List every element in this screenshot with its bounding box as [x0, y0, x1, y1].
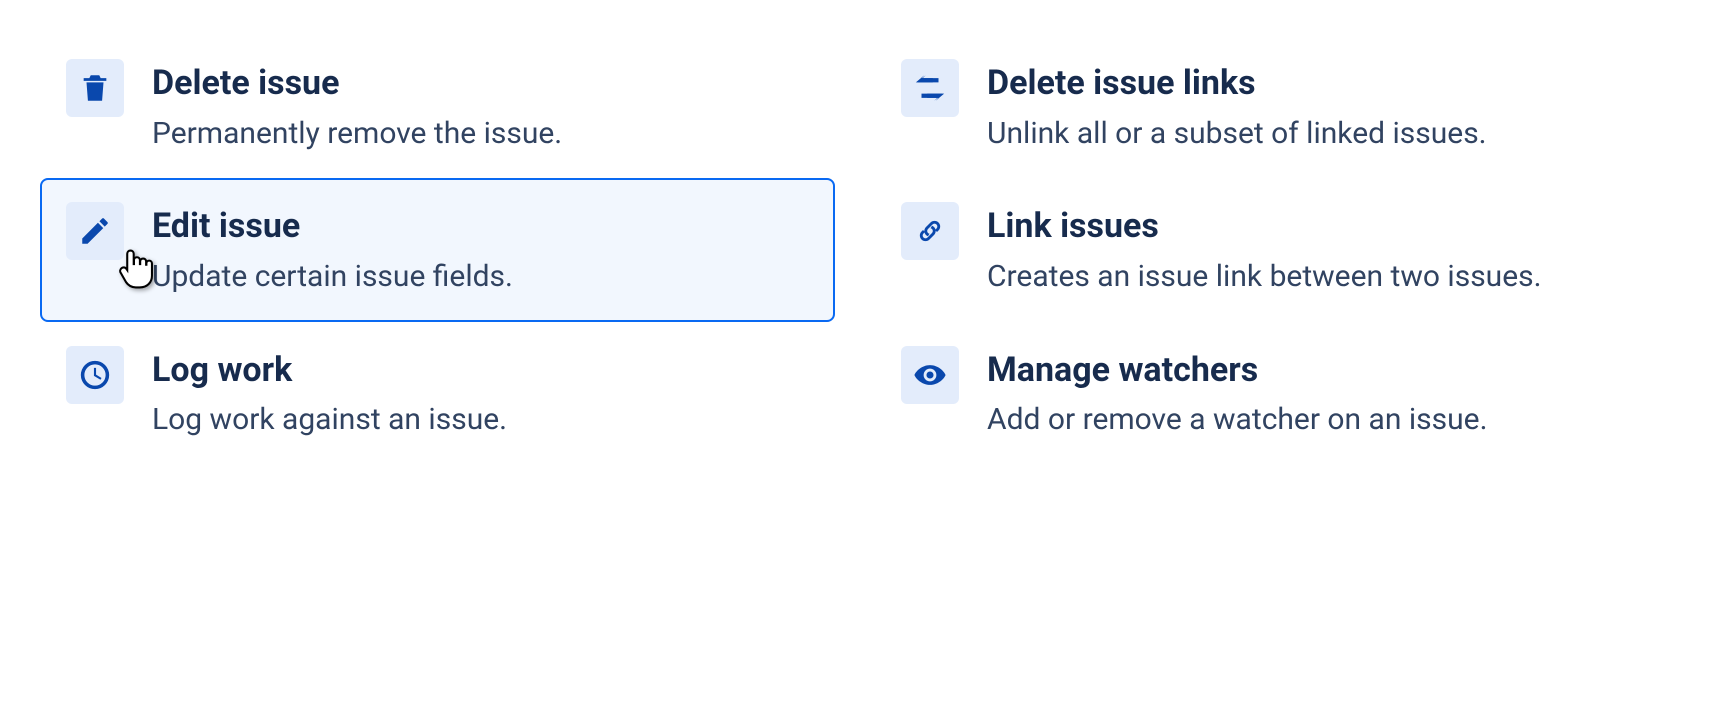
link-icon: [901, 202, 959, 260]
option-manage-watchers[interactable]: Manage watchers Add or remove a watcher …: [875, 322, 1670, 465]
option-text: Manage watchers Add or remove a watcher …: [987, 346, 1488, 441]
option-title: Log work: [152, 350, 507, 391]
option-delete-issue[interactable]: Delete issue Permanently remove the issu…: [40, 35, 835, 178]
option-edit-issue[interactable]: Edit issue Update certain issue fields.: [40, 178, 835, 321]
option-title: Manage watchers: [987, 350, 1488, 391]
eye-icon: [901, 346, 959, 404]
option-text: Log work Log work against an issue.: [152, 346, 507, 441]
option-title: Link issues: [987, 206, 1542, 247]
option-text: Edit issue Update certain issue fields.: [152, 202, 513, 297]
option-log-work[interactable]: Log work Log work against an issue.: [40, 322, 835, 465]
option-desc: Creates an issue link between two issues…: [987, 257, 1542, 298]
option-title: Delete issue: [152, 63, 562, 104]
option-desc: Add or remove a watcher on an issue.: [987, 400, 1488, 441]
left-column: Delete issue Permanently remove the issu…: [40, 35, 835, 465]
option-title: Edit issue: [152, 206, 513, 247]
option-desc: Log work against an issue.: [152, 400, 507, 441]
trash-icon: [66, 59, 124, 117]
pencil-icon: [66, 202, 124, 260]
option-title: Delete issue links: [987, 63, 1487, 104]
option-desc: Permanently remove the issue.: [152, 114, 562, 155]
action-options-grid: Delete issue Permanently remove the issu…: [40, 35, 1670, 465]
clock-icon: [66, 346, 124, 404]
option-text: Link issues Creates an issue link betwee…: [987, 202, 1542, 297]
option-desc: Update certain issue fields.: [152, 257, 513, 298]
option-text: Delete issue Permanently remove the issu…: [152, 59, 562, 154]
option-desc: Unlink all or a subset of linked issues.: [987, 114, 1487, 155]
swap-arrows-icon: [901, 59, 959, 117]
right-column: Delete issue links Unlink all or a subse…: [875, 35, 1670, 465]
option-text: Delete issue links Unlink all or a subse…: [987, 59, 1487, 154]
option-link-issues[interactable]: Link issues Creates an issue link betwee…: [875, 178, 1670, 321]
option-delete-issue-links[interactable]: Delete issue links Unlink all or a subse…: [875, 35, 1670, 178]
